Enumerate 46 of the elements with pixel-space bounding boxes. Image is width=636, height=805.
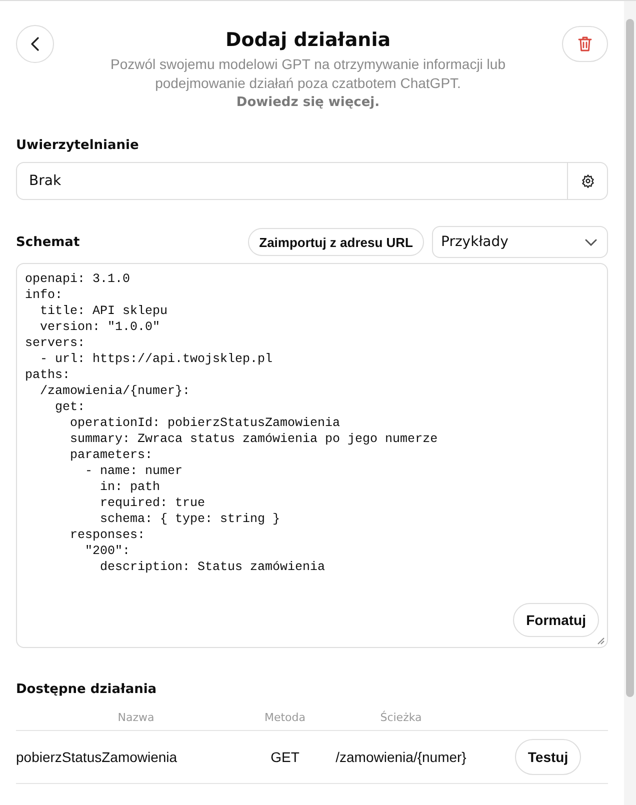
- code-line: parameters:: [69, 447, 154, 463]
- code-line: get:: [54, 399, 86, 415]
- code-line: "200":: [84, 543, 132, 559]
- code-line: - url: https://api.twojsklep.pl: [39, 351, 274, 367]
- page-title: Dodaj działania: [225, 29, 391, 51]
- back-button[interactable]: [16, 25, 54, 63]
- code-line: - name: numer: [84, 463, 184, 479]
- section-label: Uwierzytelnianie: [16, 138, 140, 153]
- action-method: GET: [270, 749, 300, 765]
- column-header: Metoda: [263, 711, 307, 724]
- authentication-field[interactable]: Brak: [16, 162, 608, 200]
- code-line: operationId: pobierzStatusZamowienia: [69, 415, 342, 431]
- code-line: schema: { type: string }: [99, 511, 282, 527]
- code-line: responses:: [69, 527, 146, 543]
- examples-dropdown[interactable]: Przykłady: [432, 226, 608, 258]
- code-line: summary: Zwraca status zamówienia po jego numerze: [69, 431, 439, 447]
- code-line: version: "1.0.0": [39, 319, 162, 335]
- page-description: Pozwól swojemu modelowi GPT na otrzymywanie informacji lub podejmowanie działań poza czatbotem ChatGPT.: [109, 55, 506, 93]
- action-name: pobierzStatusZamowienia: [16, 749, 178, 765]
- code-line: required: true: [99, 495, 206, 511]
- field-value: Brak: [28, 172, 62, 191]
- code-line: description: Status zamówienia: [99, 559, 326, 575]
- section-label: Dostępne działania: [16, 682, 158, 697]
- trash-icon: [578, 36, 592, 52]
- action-path: /zamowienia/{numer}: [334, 749, 468, 765]
- schema-editor[interactable]: [16, 263, 608, 648]
- settings-icon: [580, 174, 594, 188]
- section-label: Schemat: [16, 234, 81, 250]
- delete-button[interactable]: [562, 26, 608, 62]
- format-button[interactable]: Formatuj: [513, 603, 599, 637]
- code-line: openapi: 3.1.0: [25, 271, 132, 287]
- resize-grip-icon[interactable]: [597, 637, 605, 645]
- code-line: servers:: [25, 335, 86, 351]
- column-header: Nazwa: [116, 711, 156, 724]
- import-url-button[interactable]: Zaimportuj z adresu URL: [248, 228, 424, 256]
- column-header: Ścieżka: [379, 711, 423, 724]
- code-line: paths:: [25, 367, 72, 383]
- code-line: in: path: [99, 479, 162, 495]
- learn-more-link[interactable]: Dowiedz się więcej.: [236, 93, 380, 112]
- code-line: /zamowienia/{numer}:: [39, 383, 192, 399]
- chevron-down-icon: [585, 238, 597, 246]
- test-button[interactable]: Testuj: [514, 739, 582, 775]
- chevron-left-icon: [31, 37, 39, 51]
- code-line: info:: [25, 287, 64, 303]
- scrollbar[interactable]: [624, 1, 636, 805]
- code-line: title: API sklepu: [39, 303, 169, 319]
